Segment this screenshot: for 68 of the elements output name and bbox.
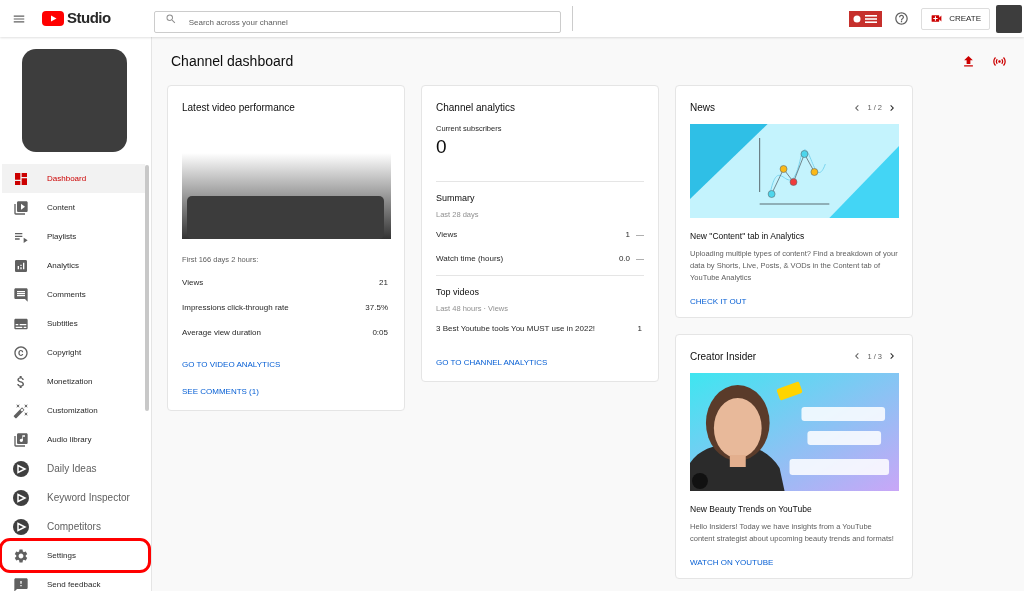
sidebar-item[interactable]: Subtitles bbox=[2, 309, 145, 338]
video-library-icon bbox=[13, 199, 29, 216]
section-title: Top videos bbox=[436, 286, 481, 299]
play-circle-icon bbox=[13, 518, 29, 535]
scrollbar[interactable] bbox=[145, 165, 149, 411]
sidebar-item[interactable]: Audio library bbox=[2, 425, 145, 454]
sidebar-item[interactable]: Dashboard bbox=[2, 164, 145, 193]
card-link[interactable]: GO TO VIDEO ANALYTICS bbox=[182, 359, 281, 372]
dashboard-icon bbox=[13, 170, 29, 187]
extension-icon[interactable] bbox=[849, 10, 883, 27]
bar-chart-icon bbox=[13, 257, 29, 274]
sidebar-item[interactable]: Daily Ideas bbox=[2, 454, 145, 483]
logo-icon[interactable] bbox=[42, 11, 64, 26]
subscriber-count: 0 bbox=[436, 137, 448, 157]
news-title: New Beauty Trends on YouTube bbox=[690, 502, 813, 516]
stat-value: 0.0 bbox=[618, 253, 630, 265]
stat-label: Views bbox=[436, 229, 458, 241]
stat-value: 1 bbox=[637, 322, 642, 335]
magic-wand-icon bbox=[13, 402, 29, 419]
stat-label: Views bbox=[182, 277, 204, 290]
card-link[interactable]: SEE COMMENTS (1) bbox=[182, 386, 259, 399]
account-avatar[interactable] bbox=[996, 4, 1022, 33]
sidebar-item[interactable]: Comments bbox=[2, 280, 145, 309]
sidebar-item[interactable]: Analytics bbox=[2, 251, 145, 280]
trend-mark: — bbox=[636, 253, 644, 265]
music-library-icon bbox=[13, 431, 29, 448]
video-camera-icon bbox=[930, 12, 944, 25]
card-link[interactable]: GO TO CHANNEL ANALYTICS bbox=[436, 356, 548, 369]
stat-label: Watch time (hours) bbox=[436, 253, 504, 265]
news-title: New "Content" tab in Analytics bbox=[690, 230, 806, 243]
card-title: Channel analytics bbox=[436, 101, 516, 115]
create-button[interactable]: CREATE bbox=[921, 7, 990, 30]
sidebar-item[interactable]: Keyword Inspector bbox=[2, 483, 145, 512]
card-title: News bbox=[690, 101, 715, 115]
sidebar-item[interactable]: Competitors bbox=[2, 512, 145, 541]
copyright-icon bbox=[13, 344, 29, 361]
sidebar-item[interactable]: Monetization bbox=[2, 367, 145, 396]
sidebar-item[interactable]: Settings bbox=[2, 541, 148, 570]
stat-value: 0:05 bbox=[372, 327, 388, 340]
sidebar-item[interactable]: Playlists bbox=[2, 222, 145, 251]
help-icon[interactable] bbox=[894, 11, 910, 26]
search-field[interactable]: Search across your channel bbox=[153, 11, 561, 33]
section-title: Summary bbox=[436, 192, 476, 206]
stat-value: 1 bbox=[625, 229, 630, 241]
page-title: Channel dashboard bbox=[171, 51, 294, 71]
sidebar-item[interactable]: Customization bbox=[2, 396, 145, 425]
logo-text[interactable]: Studio bbox=[67, 7, 111, 30]
card-title: Latest video performance bbox=[182, 101, 296, 115]
stat-label: 3 Best Youtube tools You MUST use in 2022! bbox=[436, 322, 596, 335]
sidebar-item[interactable]: Copyright bbox=[2, 338, 145, 367]
sidebar-item[interactable]: Content bbox=[2, 193, 145, 222]
stat-value: 21 bbox=[379, 277, 388, 290]
sidebar-item[interactable]: Send feedback bbox=[2, 570, 145, 591]
card-title: Creator Insider bbox=[690, 349, 757, 364]
video-thumbnail[interactable] bbox=[182, 153, 391, 239]
card-link[interactable]: WATCH ON YOUTUBE bbox=[690, 556, 774, 569]
search-icon bbox=[164, 12, 177, 25]
settings-icon bbox=[13, 547, 29, 564]
stat-value: 37.5% bbox=[365, 302, 388, 315]
stat-label: Impressions click-through rate bbox=[182, 302, 289, 315]
card-link[interactable]: CHECK IT OUT bbox=[690, 295, 747, 308]
comment-icon bbox=[13, 286, 29, 303]
play-circle-icon bbox=[13, 489, 29, 506]
play-circle-icon bbox=[13, 460, 29, 477]
upload-icon[interactable] bbox=[961, 53, 976, 69]
stat-label: Average view duration bbox=[182, 327, 261, 340]
trend-mark: — bbox=[636, 229, 644, 241]
feedback-icon bbox=[13, 576, 29, 591]
